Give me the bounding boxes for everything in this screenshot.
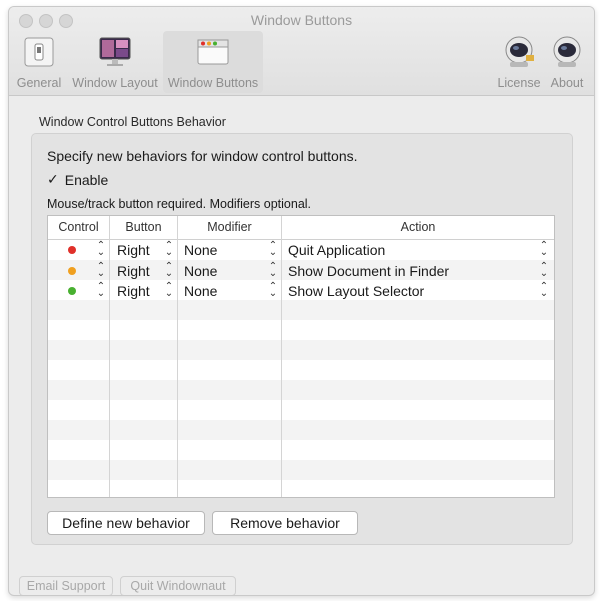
note-text: Mouse/track button required. Modifiers o… <box>47 197 312 211</box>
enable-label: Enable <box>64 171 109 188</box>
action-stepper-icon[interactable]: ⌃ ⌄ <box>539 241 549 258</box>
table-row[interactable]: ⌃ ⌄ Right ⌃ ⌄ None ⌃ ⌄ Quit Application ⌃ ⌄ <box>48 240 554 260</box>
button-stepper-icon[interactable]: ⌃ ⌄ <box>164 241 174 258</box>
remove-behavior-button[interactable]: Remove behavior <box>212 511 358 535</box>
modifier-value[interactable]: None <box>184 283 217 299</box>
modifier-value[interactable]: None <box>184 263 217 279</box>
tab-about[interactable]: About <box>545 31 589 93</box>
zoom-control-dot-icon <box>68 287 76 295</box>
titlebar: Window Buttons General Window Layout Win… <box>9 7 594 96</box>
action-stepper-icon[interactable]: ⌃ ⌄ <box>539 262 549 279</box>
control-stepper-icon[interactable]: ⌃ ⌄ <box>96 262 106 279</box>
table-stripe <box>48 300 554 320</box>
close-control-dot-icon <box>68 246 76 254</box>
table-header: Control Button Modifier Action <box>48 216 554 240</box>
modifier-stepper-icon[interactable]: ⌃ ⌄ <box>268 262 278 279</box>
monitor-icon <box>99 37 131 66</box>
control-stepper-icon[interactable]: ⌃ ⌄ <box>96 241 106 258</box>
button-value[interactable]: Right <box>117 242 150 258</box>
tab-general-label: General <box>16 76 62 90</box>
button-value[interactable]: Right <box>117 263 150 279</box>
astronaut-icon <box>553 36 581 67</box>
column-header-modifier[interactable]: Modifier <box>178 220 281 234</box>
minimize-control-dot-icon <box>68 267 76 275</box>
checkmark-icon: ✓ <box>47 171 59 187</box>
column-header-action[interactable]: Action <box>282 220 554 234</box>
action-value[interactable]: Quit Application <box>288 242 385 258</box>
control-stepper-icon[interactable]: ⌃ ⌄ <box>96 282 106 299</box>
window-title: Window Buttons <box>250 12 353 28</box>
define-behavior-button[interactable]: Define new behavior <box>47 511 205 535</box>
column-header-control[interactable]: Control <box>48 220 109 234</box>
button-stepper-icon[interactable]: ⌃ ⌄ <box>164 262 174 279</box>
action-value[interactable]: Show Document in Finder <box>288 263 449 279</box>
specify-text: Specify new behaviors for window control… <box>47 148 358 164</box>
email-support-button[interactable]: Email Support <box>19 576 113 595</box>
table-row[interactable]: ⌃ ⌄ Right ⌃ ⌄ None ⌃ ⌄ Show Layout Selector… <box>48 281 554 301</box>
modifier-stepper-icon[interactable]: ⌃ ⌄ <box>268 241 278 258</box>
enable-checkbox[interactable]: ✓ Enable <box>47 171 108 188</box>
tab-window-layout-label: Window Layout <box>72 76 158 90</box>
astronaut-icon <box>505 36 534 67</box>
tab-general[interactable]: General <box>13 31 65 93</box>
modifier-value[interactable]: None <box>184 242 217 258</box>
table-row[interactable]: ⌃ ⌄ Right ⌃ ⌄ None ⌃ ⌄ Show Document in Fin… <box>48 261 554 281</box>
action-stepper-icon[interactable]: ⌃ ⌄ <box>539 282 549 299</box>
preferences-content: Window Control Buttons Behavior Specify … <box>9 96 594 595</box>
quit-button[interactable]: Quit Windownaut <box>120 576 236 595</box>
button-value[interactable]: Right <box>117 283 150 299</box>
button-stepper-icon[interactable]: ⌃ ⌄ <box>164 282 174 299</box>
tab-about-label: About <box>550 76 584 90</box>
tab-license[interactable]: License <box>495 31 543 93</box>
table-stripe <box>48 420 554 440</box>
window-buttons-icon <box>197 39 229 65</box>
tab-license-label: License <box>497 76 541 90</box>
tab-window-layout[interactable]: Window Layout <box>69 31 161 93</box>
group-title: Window Control Buttons Behavior <box>39 115 226 129</box>
switch-icon <box>24 37 54 67</box>
column-header-button[interactable]: Button <box>110 220 177 234</box>
behavior-table: Control Button Modifier Action ⌃ ⌄ Right … <box>47 215 555 498</box>
tab-window-buttons-label: Window Buttons <box>167 76 259 90</box>
modifier-stepper-icon[interactable]: ⌃ ⌄ <box>268 282 278 299</box>
table-stripe <box>48 380 554 400</box>
preferences-window: Window Buttons General Window Layout Win… <box>8 6 595 596</box>
action-value[interactable]: Show Layout Selector <box>288 283 424 299</box>
table-stripe <box>48 340 554 360</box>
table-stripe <box>48 460 554 480</box>
tab-window-buttons[interactable]: Window Buttons <box>163 31 263 93</box>
